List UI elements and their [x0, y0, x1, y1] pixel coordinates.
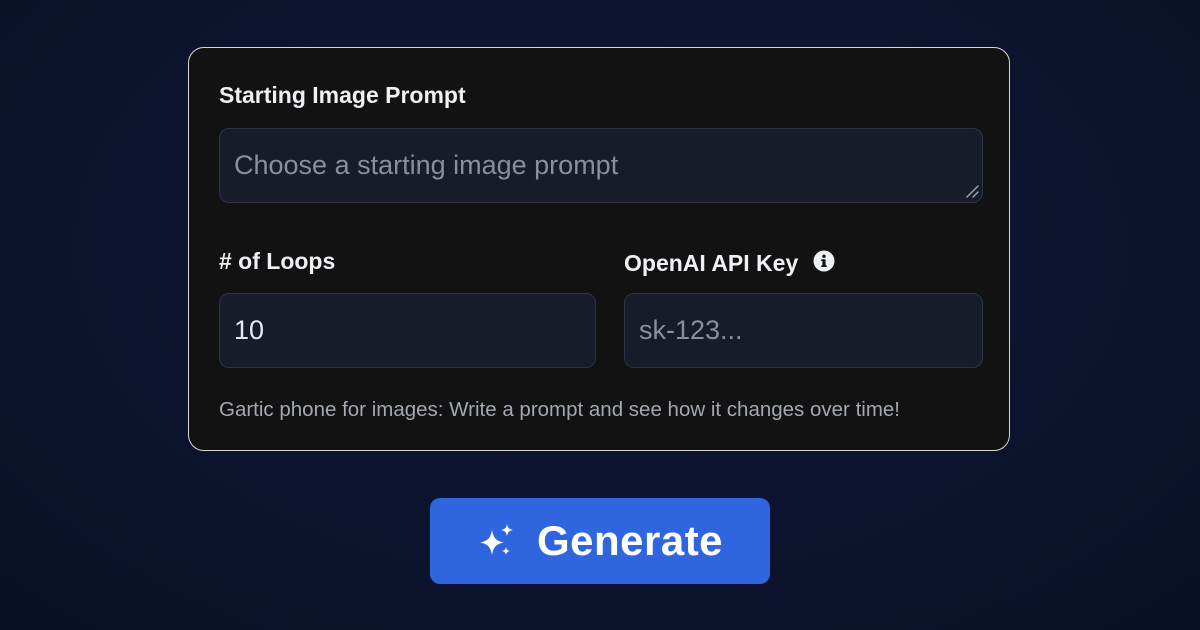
info-circle-icon[interactable]	[813, 250, 835, 272]
api-key-label: OpenAI API Key	[624, 250, 799, 276]
prompt-label: Starting Image Prompt	[219, 82, 466, 108]
helper-text: Gartic phone for images: Write a prompt …	[219, 398, 901, 421]
resize-grip-icon[interactable]	[965, 184, 979, 198]
loops-label: # of Loops	[219, 248, 336, 274]
settings-card: Starting Image Prompt # of Loops OpenAI …	[188, 47, 1010, 451]
api-key-label-row: OpenAI API Key	[624, 249, 835, 277]
loops-input[interactable]	[219, 293, 596, 368]
generate-button[interactable]: Generate	[430, 498, 770, 584]
generate-label: Generate	[536, 517, 724, 564]
prompt-textarea[interactable]	[219, 128, 983, 203]
sparkles-icon	[479, 524, 513, 555]
api-key-input[interactable]	[624, 293, 983, 368]
